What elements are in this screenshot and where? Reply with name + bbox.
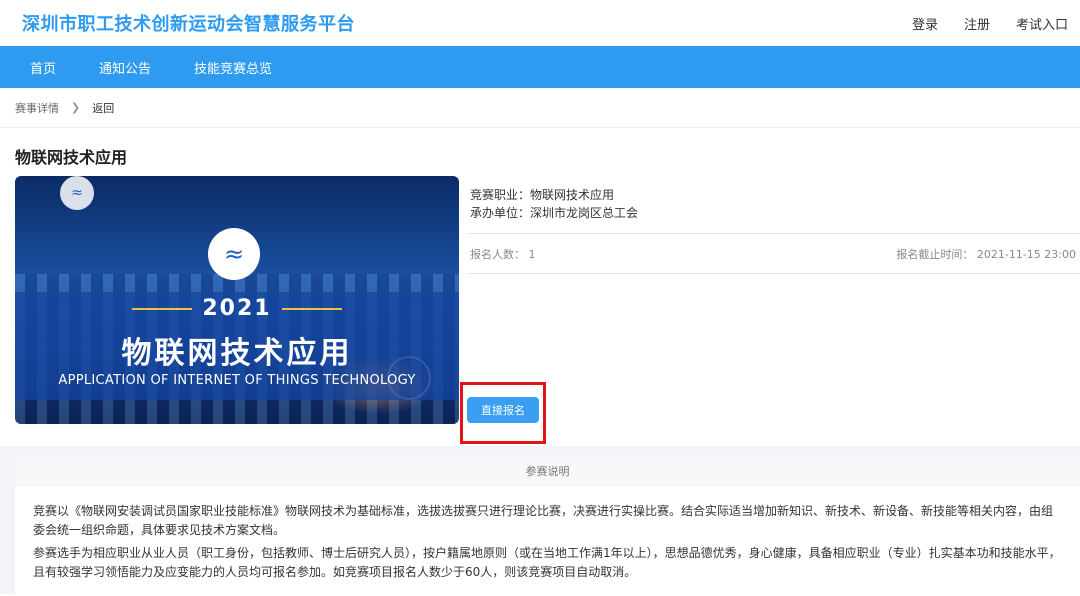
decor-line <box>132 308 193 310</box>
banner-year-text: 2021 <box>202 296 272 321</box>
breadcrumb-current: 赛事详情 <box>15 101 59 115</box>
description-paragraph: 参赛选手为相应职业从业人员（职工身份，包括教师、博士后研究人员），按户籍属地原则… <box>33 546 1061 579</box>
description-card: 参赛说明 竞赛以《物联网安装调试员国家职业技能标准》物联网技术为基础标准，选拔选… <box>15 456 1080 596</box>
apply-button[interactable]: 直接报名 <box>467 397 539 423</box>
decor-line <box>281 308 342 310</box>
login-link[interactable]: 登录 <box>912 14 938 33</box>
main-nav: 首页 通知公告 技能竞赛总览 <box>0 46 1080 88</box>
description-heading: 参赛说明 <box>15 456 1080 486</box>
nav-item-notices[interactable]: 通知公告 <box>99 58 151 77</box>
signup-count: 报名人数： 1 <box>470 247 536 261</box>
site-title[interactable]: 深圳市职工技术创新运动会智慧服务平台 <box>22 10 355 36</box>
highlight-box: 直接报名 <box>460 382 546 444</box>
exam-entry-link[interactable]: 考试入口 <box>1016 14 1068 33</box>
event-main: ≈ ≈ 2021 物联网技术应用 APPLICATION OF INTERNET… <box>0 176 1080 446</box>
top-links: 登录 注册 考试入口 <box>912 14 1068 33</box>
breadcrumb: 赛事详情 ❯ 返回 <box>0 88 1080 128</box>
banner-year: 2021 <box>15 296 459 321</box>
occupation-field: 竞赛职业：物联网技术应用 <box>470 188 615 202</box>
event-banner-image: ≈ ≈ 2021 物联网技术应用 APPLICATION OF INTERNET… <box>15 176 459 424</box>
banner-title-cn: 物联网技术应用 <box>121 336 353 371</box>
top-header: 深圳市职工技术创新运动会智慧服务平台 登录 注册 考试入口 <box>0 0 1080 46</box>
description-paragraph: 竞赛以《物联网安装调试员国家职业技能标准》物联网技术为基础标准，选拔选拔赛只进行… <box>33 504 1054 537</box>
nav-item-competitions[interactable]: 技能竞赛总览 <box>194 58 272 77</box>
event-info: 竞赛职业：物联网技术应用 承办单位：深圳市龙岗区总工会 报名人数： 1 报名截止… <box>467 176 1080 274</box>
event-stats: 报名人数： 1 报名截止时间： 2021-11-15 23:00 <box>467 234 1080 274</box>
description-body: 竞赛以《物联网安装调试员国家职业技能标准》物联网技术为基础标准，选拔选拔赛只进行… <box>15 486 1080 582</box>
event-meta: 竞赛职业：物联网技术应用 承办单位：深圳市龙岗区总工会 <box>467 176 1080 234</box>
organizer-field: 承办单位：深圳市龙岗区总工会 <box>470 206 639 220</box>
nav-item-home[interactable]: 首页 <box>30 58 56 77</box>
page-title: 物联网技术应用 <box>15 148 128 167</box>
description-area: 参赛说明 竞赛以《物联网安装调试员国家职业技能标准》物联网技术为基础标准，选拔选… <box>0 446 1080 596</box>
wifi-icon: ≈ <box>208 228 260 280</box>
register-link[interactable]: 注册 <box>964 14 990 33</box>
wifi-icon: ≈ <box>60 176 94 210</box>
back-link[interactable]: 返回 <box>92 100 114 116</box>
banner-title-en: APPLICATION OF INTERNET OF THINGS TECHNO… <box>58 373 416 388</box>
signup-deadline: 报名截止时间： 2021-11-15 23:00 <box>896 247 1076 261</box>
chevron-right-icon: ❯ <box>71 101 81 114</box>
